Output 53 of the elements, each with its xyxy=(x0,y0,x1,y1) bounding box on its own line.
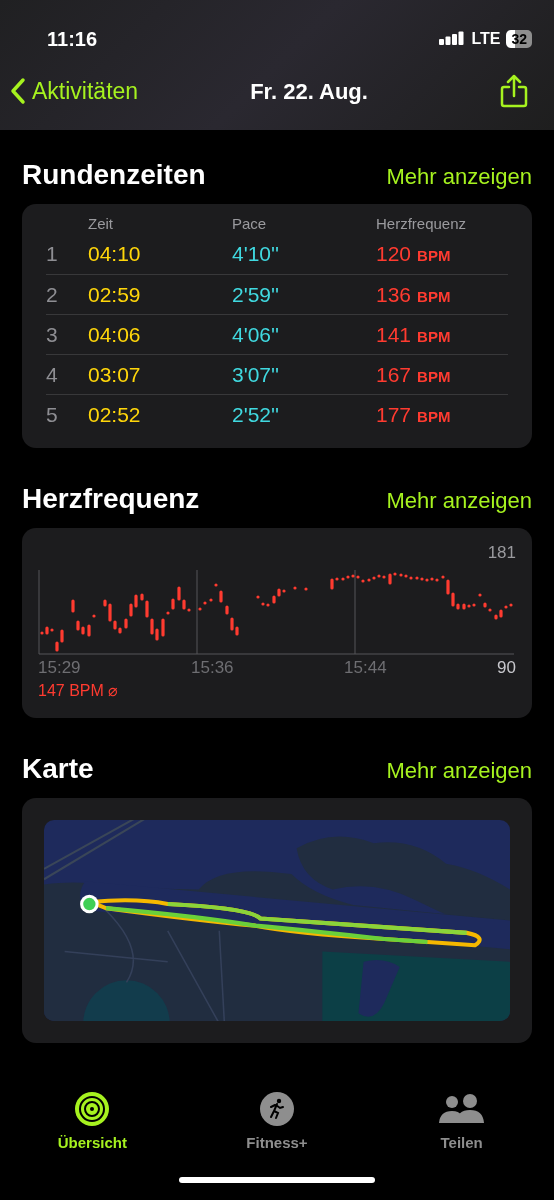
axis-min-label: 90 xyxy=(497,657,516,680)
lap-pace: 2'59'' xyxy=(232,281,281,308)
lap-number: 5 xyxy=(46,401,59,428)
people-icon xyxy=(438,1094,485,1124)
lap-number: 3 xyxy=(46,321,59,348)
tab-item[interactable]: Teilen xyxy=(369,1092,554,1160)
lap-pace: 4'06'' xyxy=(232,321,281,348)
section-title: Herzfrequenz xyxy=(22,482,200,516)
time-label: 15:36 xyxy=(191,657,235,680)
share-icon[interactable] xyxy=(500,74,528,109)
unit-label: BPM xyxy=(417,326,451,347)
tab-item[interactable]: Fitness+ xyxy=(184,1092,370,1160)
rings-icon xyxy=(75,1092,110,1126)
lap-time: 02:59 xyxy=(88,281,142,308)
show-more-link[interactable]: Mehr anzeigen xyxy=(386,486,532,516)
lap-pace: 4'10'' xyxy=(232,241,281,268)
lap-time: 02:52 xyxy=(88,401,142,428)
section-title: Rundenzeiten xyxy=(22,158,206,192)
chevron-left-icon xyxy=(10,77,26,106)
runner-icon xyxy=(260,1092,294,1126)
lap-heart-rate: 141 xyxy=(376,321,412,348)
unit-label: BPM xyxy=(417,286,451,307)
column-header: Herzfrequenz xyxy=(376,214,468,234)
network-label: LTE xyxy=(471,29,501,49)
unit-label: BPM xyxy=(417,246,451,267)
time-label: 15:44 xyxy=(344,657,388,680)
status-time: 11:16 xyxy=(47,27,98,52)
lap-heart-rate: 167 xyxy=(376,361,412,388)
section-title: Karte xyxy=(22,752,94,786)
axis-max-label: 181 xyxy=(487,542,516,564)
average-heart-rate: 147 BPM ⌀ xyxy=(38,681,120,701)
lap-number: 2 xyxy=(46,281,59,308)
unit-label: BPM xyxy=(417,366,451,387)
lap-heart-rate: 136 xyxy=(376,281,412,308)
lap-heart-rate: 120 xyxy=(376,241,412,268)
lap-heart-rate: 177 xyxy=(376,401,412,428)
lap-number: 4 xyxy=(46,361,59,388)
tab-item[interactable]: Übersicht xyxy=(0,1092,185,1160)
show-more-link[interactable]: Mehr anzeigen xyxy=(386,756,532,786)
lap-pace: 2'52'' xyxy=(232,401,281,428)
lap-pace: 3'07'' xyxy=(232,361,281,388)
column-header: Zeit xyxy=(88,214,114,234)
lap-time: 03:07 xyxy=(88,361,142,388)
unit-label: BPM xyxy=(417,406,451,427)
show-more-link[interactable]: Mehr anzeigen xyxy=(386,162,532,192)
lap-time: 04:06 xyxy=(88,321,142,348)
back-button[interactable]: Aktivitäten xyxy=(10,74,139,109)
signal-icon xyxy=(439,31,466,47)
lap-number: 1 xyxy=(46,241,59,268)
time-label: 15:29 xyxy=(38,657,82,680)
nav-title: Fr. 22. Aug. xyxy=(250,77,368,106)
lap-time: 04:10 xyxy=(88,241,142,268)
column-header: Pace xyxy=(232,214,268,234)
